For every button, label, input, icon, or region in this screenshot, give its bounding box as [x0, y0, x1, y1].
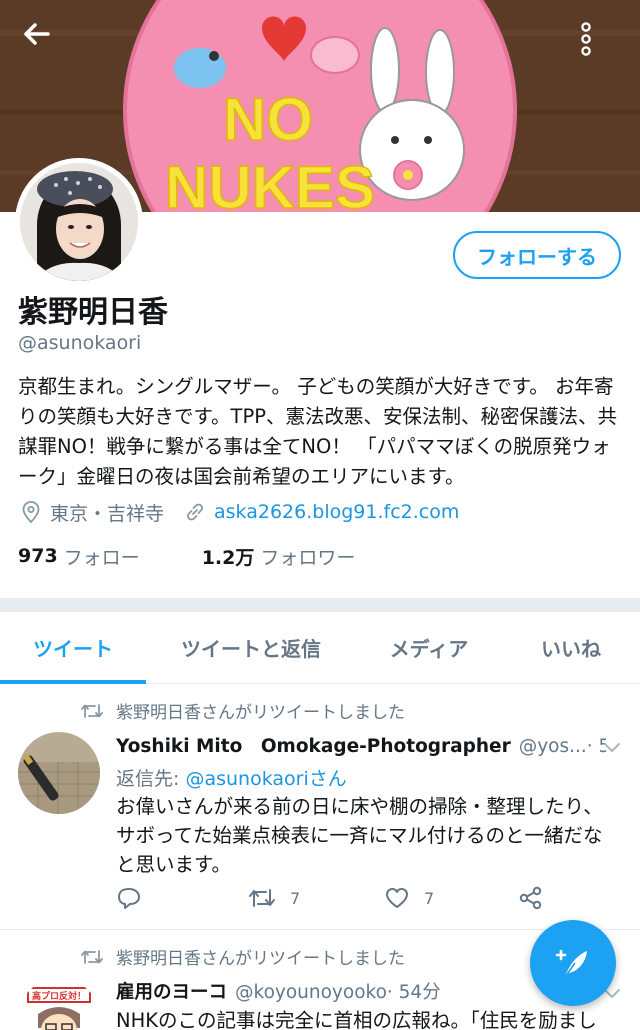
avatar-photo: [18, 732, 100, 814]
profile-handle: @asunokaori: [18, 332, 142, 354]
share-button[interactable]: [518, 886, 558, 910]
banner-nukes-text: NUKES: [165, 154, 375, 212]
retweet-button[interactable]: 7: [248, 887, 300, 909]
followers-stat[interactable]: 1.2万 フォロワー: [202, 543, 356, 570]
profile-stats: 973 フォロー 1.2万 フォロワー: [18, 540, 355, 572]
follow-button[interactable]: フォローする: [453, 231, 621, 279]
reply-button[interactable]: [116, 886, 156, 910]
following-stat[interactable]: 973 フォロー: [18, 543, 140, 570]
tab-media[interactable]: メディア: [356, 612, 502, 683]
reply-to-prefix: 返信先:: [116, 768, 186, 790]
following-count: 973: [18, 545, 58, 567]
profile-location: 東京・吉祥寺: [50, 502, 165, 525]
heart-icon: [386, 888, 408, 908]
retweet-context: 紫野明日香さんがリツイートしました: [80, 698, 405, 723]
more-options-button[interactable]: [580, 22, 620, 62]
retweet-icon: [80, 701, 104, 721]
more-vertical-icon: [581, 22, 591, 56]
display-name: 紫野明日香: [18, 295, 168, 330]
bird-right: [310, 36, 360, 74]
compose-tweet-button[interactable]: [530, 920, 616, 1006]
tweet-actions: 7 7: [116, 882, 546, 914]
tweet-text: お偉いさんが来る前の日に床や棚の掃除・整理したり、サボってた始業点検表に一斉にマ…: [116, 795, 603, 876]
compose-feather-icon: [555, 949, 587, 978]
location-pin-icon: [18, 499, 44, 525]
bunny-drawing: [370, 27, 400, 113]
like-button[interactable]: 7: [384, 886, 434, 910]
retweeted-by-text: 紫野明日香さんがリツイートしました: [116, 703, 405, 723]
profile-bio: 京都生まれ。シングルマザー。 子どもの笑顔が大好きです。 お年寄りの笑顔も大好き…: [18, 375, 617, 488]
avatar-photo: [20, 163, 138, 281]
tweet-header: Yoshiki Mito Omokage-Photographer @yos..…: [116, 732, 606, 758]
tweet-menu-button[interactable]: [600, 736, 624, 760]
tweet-author-avatar[interactable]: 高プロ反対！: [18, 978, 100, 1030]
retweeted-by-text: 紫野明日香さんがリツイートしました: [116, 949, 405, 969]
profile-meta: 東京・吉祥寺 aska2626.blog91.fc2.com: [18, 497, 459, 527]
avatar-illustration: 高プロ反対！: [18, 978, 100, 1030]
avatar-sign-text: 高プロ反対！: [32, 990, 86, 1002]
tab-tweets[interactable]: ツイート: [0, 612, 146, 684]
tweet-header: 雇用のヨーコ @koyounoyooko · 54分: [116, 978, 606, 1004]
reply-to-mention[interactable]: @asunokaoriさん: [185, 768, 346, 790]
share-icon: [519, 886, 542, 910]
tweet-text: NHKのこの記事は完全に首相の広報ね。「住民を励まし: [116, 1009, 597, 1030]
reply-icon: [118, 888, 140, 909]
profile-website-link[interactable]: aska2626.blog91.fc2.com: [214, 501, 459, 523]
tab-likes[interactable]: いいね: [502, 612, 640, 683]
tab-tweets-and-replies[interactable]: ツイートと返信: [146, 612, 356, 683]
retweet-count: 7: [290, 888, 301, 908]
profile-tabs: ツイート ツイートと返信 メディア いいね: [0, 612, 640, 684]
followers-count: 1.2万: [201, 546, 255, 569]
like-count: 7: [424, 888, 435, 908]
chevron-down-icon: [604, 743, 620, 752]
retweet-icon: [80, 947, 104, 967]
tweet-author-handle: @yos...: [518, 736, 587, 757]
link-icon: [182, 499, 208, 525]
back-arrow-icon: [24, 23, 50, 45]
back-button[interactable]: [22, 22, 62, 62]
retweet-icon: [249, 889, 275, 907]
tweet-author-name[interactable]: Yoshiki Mito Omokage-Photographer: [116, 732, 511, 758]
tweet-author-name[interactable]: 雇用のヨーコ: [116, 978, 227, 1004]
following-label: フォロー: [63, 546, 140, 569]
section-divider: [0, 598, 640, 612]
reply-to-line: 返信先: @asunokaoriさん: [116, 764, 347, 791]
tweet-author-avatar[interactable]: [18, 732, 100, 814]
profile-avatar[interactable]: [15, 158, 143, 286]
retweet-context: 紫野明日香さんがリツイートしました: [80, 944, 405, 969]
followers-label: フォロワー: [260, 546, 356, 569]
banner-no-text: NO: [223, 86, 313, 153]
tweet-author-handle: @koyounoyooko: [235, 982, 387, 1003]
tweet-timestamp[interactable]: · 54分: [387, 978, 441, 1004]
tweet-item[interactable]: 紫野明日香さんがリツイートしました Yoshiki Mito Omokage-P…: [0, 684, 640, 930]
